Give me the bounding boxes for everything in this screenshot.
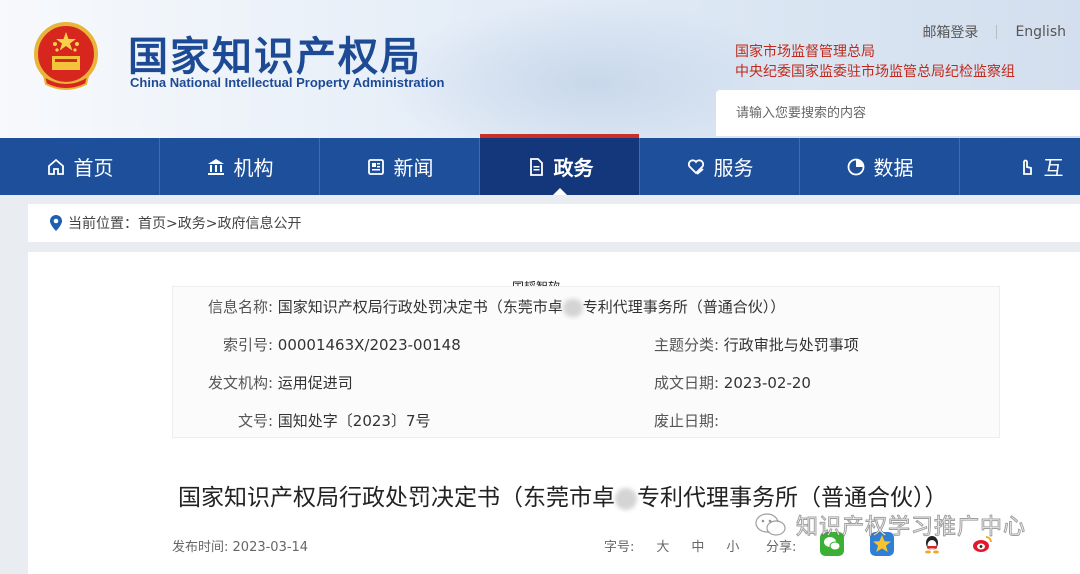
nav-item-news[interactable]: 新闻 bbox=[320, 138, 480, 195]
site-header: 国家知识产权局 China National Intellectual Prop… bbox=[0, 0, 1080, 138]
font-size-label: 字号: bbox=[604, 540, 635, 555]
info-label: 信息名称: bbox=[207, 298, 273, 316]
redaction-blur bbox=[562, 298, 583, 317]
home-icon bbox=[47, 158, 64, 175]
english-link[interactable]: English bbox=[1015, 24, 1066, 40]
info-label: 主题分类: bbox=[653, 336, 719, 354]
redaction-blur bbox=[615, 487, 637, 510]
nav-label: 政务 bbox=[553, 156, 594, 180]
nav-item-home[interactable]: 首页 bbox=[0, 138, 160, 195]
info-row-docno: 文号: 国知处字〔2023〕7号 bbox=[203, 411, 431, 431]
title-part: 国家知识产权局行政处罚决定书（东莞市卓 bbox=[178, 485, 615, 511]
title-part: 专利代理事务所（普通合伙）） bbox=[637, 485, 948, 511]
info-row-date: 成文日期: 2023-02-20 bbox=[647, 373, 811, 393]
nav-label: 互 bbox=[1043, 156, 1064, 180]
nav-item-data[interactable]: 数据 bbox=[800, 138, 960, 195]
info-row-issuer: 发文机构: 运用促进司 bbox=[203, 373, 353, 393]
hand-pointer-icon bbox=[1022, 159, 1032, 175]
site-title: 国家知识产权局 bbox=[128, 34, 422, 80]
publish-date: 发布时间: 2023-03-14 bbox=[172, 536, 308, 555]
info-value: 00001463X/2023-00148 bbox=[277, 336, 461, 354]
top-links: 邮箱登录 English bbox=[922, 22, 1066, 42]
font-size-small[interactable]: 小 bbox=[726, 536, 739, 555]
site-subtitle: China National Intellectual Property Adm… bbox=[130, 75, 445, 90]
link-divider bbox=[996, 25, 998, 39]
nav-label: 数据 bbox=[873, 156, 914, 180]
search-box bbox=[716, 90, 1080, 136]
overlay-watermark: 知识产权学习推广中心 bbox=[754, 509, 1026, 541]
nav-item-services[interactable]: 服务 bbox=[640, 138, 800, 195]
info-label: 发文机构: bbox=[207, 374, 273, 392]
font-size-large[interactable]: 大 bbox=[656, 536, 669, 555]
info-table: 信息名称: 国家知识产权局行政处罚决定书（东莞市卓 专利代理事务所（普通合伙）） … bbox=[172, 286, 1000, 438]
heart-hand-icon bbox=[687, 158, 704, 175]
info-value: 专利代理事务所（普通合伙）） bbox=[582, 298, 786, 316]
content-card: 国韬智软 信息名称: 国家知识产权局行政处罚决定书（东莞市卓专利代理事务所（普通… bbox=[28, 252, 1080, 574]
info-row-index: 索引号: 00001463X/2023-00148 bbox=[203, 335, 461, 355]
info-label: 成文日期: bbox=[653, 374, 719, 392]
nav-item-government-affairs[interactable]: 政务 bbox=[480, 134, 640, 195]
info-label: 索引号: bbox=[222, 336, 273, 354]
main-nav: 首页 机构 新闻 政务 服务 数据 互 bbox=[0, 134, 1080, 195]
info-row-name: 信息名称: 国家知识产权局行政处罚决定书（东莞市卓 专利代理事务所（普通合伙）） bbox=[203, 297, 785, 317]
pie-chart-icon bbox=[847, 158, 864, 175]
info-value: 2023-02-20 bbox=[723, 374, 811, 392]
location-pin-icon bbox=[50, 215, 62, 231]
breadcrumb: 当前位置： 首页>政务>政府信息公开 bbox=[28, 204, 1080, 242]
nav-label: 机构 bbox=[233, 156, 274, 180]
breadcrumb-path[interactable]: 首页>政务>政府信息公开 bbox=[138, 213, 301, 233]
nav-label: 新闻 bbox=[393, 156, 434, 180]
nav-label: 服务 bbox=[713, 156, 754, 180]
info-label: 文号: bbox=[237, 412, 273, 430]
info-row-topic: 主题分类: 行政审批与处罚事项 bbox=[647, 335, 859, 355]
watermark-text: 知识产权学习推广中心 bbox=[795, 515, 1027, 541]
nav-item-organization[interactable]: 机构 bbox=[160, 138, 320, 195]
font-size-medium[interactable]: 中 bbox=[691, 536, 704, 555]
info-row-abolish: 废止日期: bbox=[647, 411, 719, 431]
publish-label: 发布时间: bbox=[172, 540, 229, 555]
document-icon bbox=[529, 157, 543, 176]
info-value: 运用促进司 bbox=[277, 374, 353, 392]
publish-value: 2023-03-14 bbox=[232, 540, 309, 555]
info-label: 废止日期: bbox=[653, 412, 719, 430]
info-value: 国知处字〔2023〕7号 bbox=[277, 412, 431, 430]
discipline-group-link[interactable]: 中央纪委国家监委驻市场监管总局纪检监察组 bbox=[735, 62, 1015, 82]
search-input[interactable] bbox=[716, 90, 1080, 136]
nav-item-interaction[interactable]: 互 bbox=[960, 138, 1080, 195]
mail-login-link[interactable]: 邮箱登录 bbox=[922, 22, 978, 42]
breadcrumb-prefix: 当前位置： bbox=[68, 216, 138, 232]
document-title: 国家知识产权局行政处罚决定书（东莞市卓 专利代理事务所（普通合伙）） bbox=[178, 478, 948, 512]
info-value: 行政审批与处罚事项 bbox=[723, 336, 859, 354]
font-size-controls: 字号: 大 中 小 bbox=[604, 536, 739, 555]
nav-label: 首页 bbox=[73, 156, 114, 180]
org-links: 国家市场监督管理总局 中央纪委国家监委驻市场监管总局纪检监察组 bbox=[735, 42, 1015, 82]
national-emblem-icon bbox=[34, 22, 98, 90]
building-icon bbox=[207, 158, 224, 175]
wechat-watermark-icon bbox=[755, 513, 786, 536]
info-value: 国家知识产权局行政处罚决定书（东莞市卓 bbox=[277, 298, 563, 316]
newspaper-icon bbox=[367, 158, 384, 175]
samr-link[interactable]: 国家市场监督管理总局 bbox=[735, 42, 1015, 62]
